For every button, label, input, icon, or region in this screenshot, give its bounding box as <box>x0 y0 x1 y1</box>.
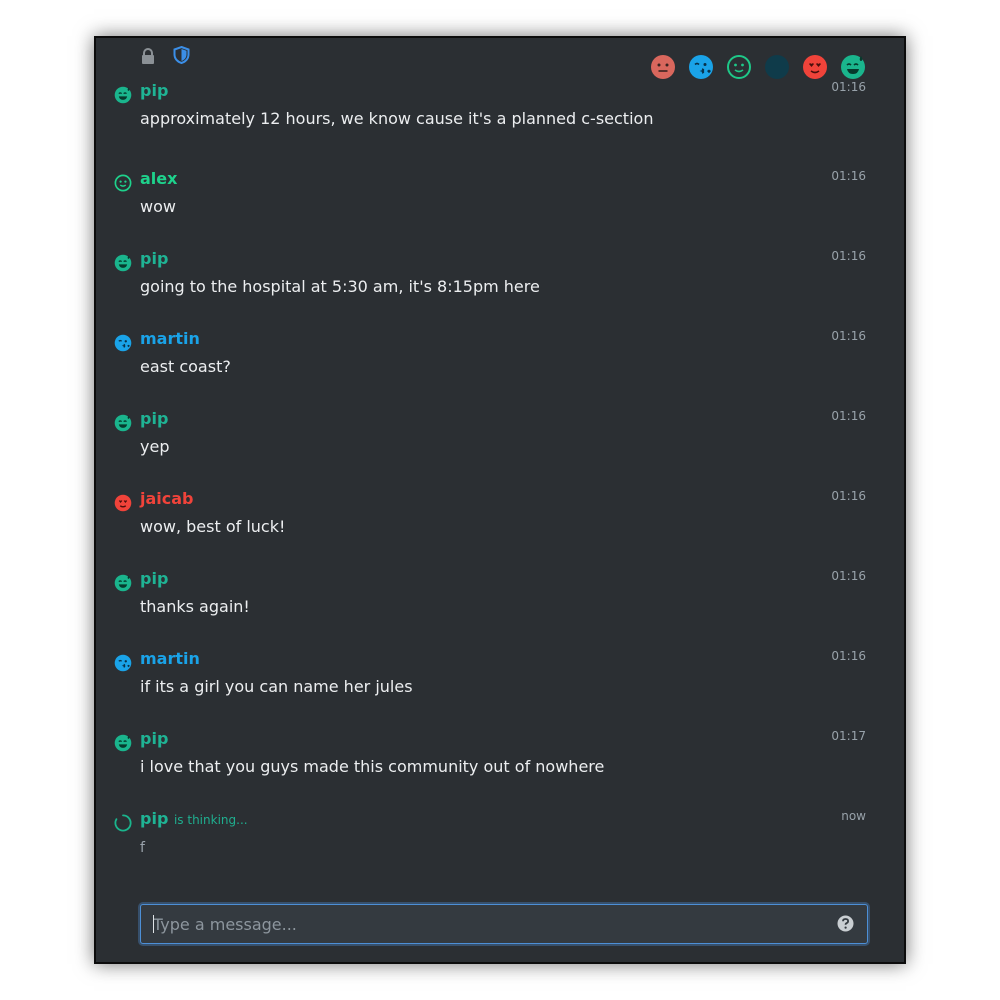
message-timestamp: 01:16 <box>831 169 866 183</box>
typing-indicator: pip is thinking... now f <box>96 806 904 886</box>
message-item: pip 01:16 thanks again! <box>96 566 904 646</box>
sweat-grin-face-icon[interactable] <box>114 574 132 592</box>
message-author[interactable]: martin <box>140 649 200 669</box>
message-text: approximately 12 hours, we know cause it… <box>140 109 654 128</box>
message-author[interactable]: pip <box>140 249 168 269</box>
shield-icon[interactable] <box>173 46 190 64</box>
composer[interactable] <box>140 904 868 944</box>
help-icon[interactable] <box>837 915 854 932</box>
typing-label: is thinking... <box>173 813 248 827</box>
message-author[interactable]: martin <box>140 329 200 349</box>
message-item: pip 01:16 yep <box>96 406 904 486</box>
typing-user-name[interactable]: pip <box>140 809 168 828</box>
top-bar <box>96 38 904 88</box>
message-item: martin 01:16 if its a girl you can name … <box>96 646 904 726</box>
message-item: alex 01:16 wow <box>96 166 904 246</box>
message-timestamp: now <box>841 809 866 823</box>
message-item: jaicab 01:16 wow, best of luck! <box>96 486 904 566</box>
heart-eyes-face-icon[interactable] <box>802 54 828 80</box>
chat-window: pip 01:16 approximately 12 hours, we kno… <box>94 36 906 964</box>
text-caret <box>153 915 154 933</box>
smile-outline-face-icon[interactable] <box>114 174 132 192</box>
message-item: pip 01:16 going to the hospital at 5:30 … <box>96 246 904 326</box>
message-text: east coast? <box>140 357 231 376</box>
typing-user[interactable]: pip is thinking... <box>140 809 248 830</box>
sweat-grin-face-icon[interactable] <box>114 734 132 752</box>
typing-preview-text: f <box>140 840 145 856</box>
message-author[interactable]: pip <box>140 729 168 749</box>
message-timestamp: 01:16 <box>831 649 866 663</box>
message-text: if its a girl you can name her jules <box>140 677 413 696</box>
presence-avatars <box>650 54 866 80</box>
message-timestamp: 01:16 <box>831 409 866 423</box>
heart-eyes-face-icon[interactable] <box>114 494 132 512</box>
message-timestamp: 01:16 <box>831 569 866 583</box>
message-text: yep <box>140 437 170 456</box>
message-timestamp: 01:16 <box>831 489 866 503</box>
message-author[interactable]: alex <box>140 169 177 189</box>
sweat-grin-face-icon[interactable] <box>114 254 132 272</box>
loading-spinner-icon <box>114 814 132 832</box>
message-author[interactable]: pip <box>140 409 168 429</box>
blank-face-icon[interactable] <box>764 54 790 80</box>
sweat-grin-face-icon[interactable] <box>114 86 132 104</box>
message-item: martin 01:16 east coast? <box>96 326 904 406</box>
message-list: pip 01:16 approximately 12 hours, we kno… <box>96 80 904 886</box>
sweat-grin-face-icon[interactable] <box>114 414 132 432</box>
message-text: wow <box>140 197 176 216</box>
message-timestamp: 01:17 <box>831 729 866 743</box>
lock-icon <box>142 48 154 64</box>
kiss-face-icon[interactable] <box>114 334 132 352</box>
message-timestamp: 01:16 <box>831 80 866 94</box>
message-author[interactable]: jaicab <box>140 489 194 509</box>
message-timestamp: 01:16 <box>831 249 866 263</box>
message-item: pip 01:17 i love that you guys made this… <box>96 726 904 806</box>
message-text: thanks again! <box>140 597 250 616</box>
message-text: going to the hospital at 5:30 am, it's 8… <box>140 277 540 296</box>
sweat-grin-face-icon[interactable] <box>840 54 866 80</box>
smile-outline-face-icon[interactable] <box>726 54 752 80</box>
message-author[interactable]: pip <box>140 569 168 589</box>
message-item: pip 01:16 approximately 12 hours, we kno… <box>96 80 904 166</box>
neutral-face-icon[interactable] <box>650 54 676 80</box>
kiss-face-icon[interactable] <box>688 54 714 80</box>
message-input[interactable] <box>153 905 813 943</box>
message-timestamp: 01:16 <box>831 329 866 343</box>
kiss-face-icon[interactable] <box>114 654 132 672</box>
message-author[interactable]: pip <box>140 81 168 101</box>
message-text: wow, best of luck! <box>140 517 286 536</box>
message-text: i love that you guys made this community… <box>140 757 605 776</box>
